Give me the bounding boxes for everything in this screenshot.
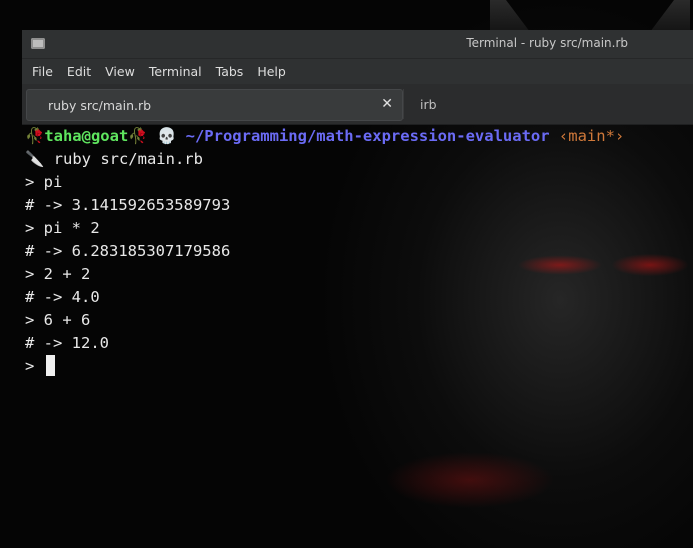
- rose-icon: 🥀: [25, 127, 45, 145]
- session-line: # -> 3.141592653589793: [25, 196, 231, 214]
- prompt-line: 🥀taha@goat🥀 💀 ~/Programming/math-express…: [25, 125, 690, 148]
- skull-icon: 💀: [156, 127, 177, 145]
- menu-edit[interactable]: Edit: [60, 59, 98, 84]
- tab-bar: ruby src/main.rb ✕ irb: [22, 84, 693, 125]
- text-cursor: [45, 355, 55, 376]
- tab-label: ruby src/main.rb: [48, 97, 152, 113]
- session-line: > 2 + 2: [25, 265, 91, 283]
- session-line: > 6 + 6: [25, 311, 91, 329]
- tab-ruby-main[interactable]: ruby src/main.rb ✕: [26, 89, 403, 121]
- menu-help[interactable]: Help: [250, 59, 293, 84]
- session-line: > pi: [25, 173, 63, 191]
- terminal-app-icon[interactable]: [31, 38, 45, 49]
- tab-divider: [403, 89, 404, 119]
- title-bar[interactable]: Terminal - ruby src/main.rb: [22, 30, 693, 59]
- terminal-output[interactable]: 🥀taha@goat🥀 💀 ~/Programming/math-express…: [22, 124, 693, 548]
- tab-irb[interactable]: irb: [420, 89, 437, 119]
- input-line[interactable]: >: [25, 355, 690, 378]
- user-host: taha@goat: [44, 127, 129, 145]
- terminal-window: Terminal - ruby src/main.rb File Edit Vi…: [22, 30, 693, 548]
- command-text: ruby src/main.rb: [53, 150, 203, 168]
- menu-terminal[interactable]: Terminal: [142, 59, 209, 84]
- window-title: Terminal - ruby src/main.rb: [466, 36, 628, 50]
- menu-view[interactable]: View: [98, 59, 142, 84]
- menu-file[interactable]: File: [25, 59, 60, 84]
- session-line: # -> 4.0: [25, 288, 100, 306]
- current-path: ~/Programming/math-expression-evaluator: [185, 127, 550, 145]
- rose-icon: 🥀: [128, 127, 148, 145]
- session-line: # -> 12.0: [25, 334, 109, 352]
- menu-tabs[interactable]: Tabs: [209, 59, 251, 84]
- input-prompt: >: [25, 357, 35, 375]
- session-line: > pi * 2: [25, 219, 100, 237]
- tab-label: irb: [420, 96, 437, 112]
- git-branch: ‹main*›: [558, 127, 625, 145]
- menu-bar: File Edit View Terminal Tabs Help: [22, 59, 693, 84]
- knife-icon: 🔪: [25, 150, 45, 168]
- wallpaper-figure: [490, 0, 690, 32]
- close-icon[interactable]: ✕: [381, 96, 393, 112]
- command-line: 🔪 ruby src/main.rb: [25, 148, 690, 171]
- session-line: # -> 6.283185307179586: [25, 242, 231, 260]
